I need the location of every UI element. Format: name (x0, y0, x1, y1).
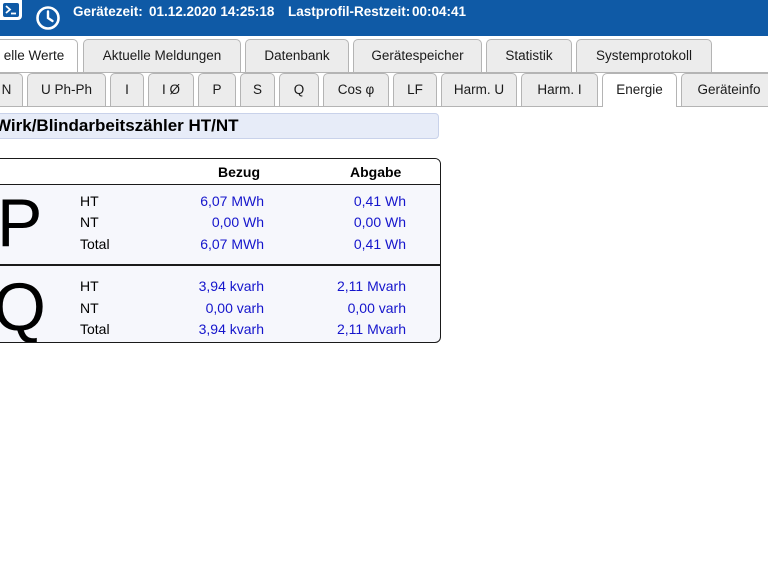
reactive-energy-symbol: Q (0, 273, 46, 341)
tab-actual-values[interactable]: elle Werte (0, 39, 78, 72)
p-nt-abgabe: 0,00 Wh (353, 214, 406, 230)
terminal-icon[interactable] (0, 0, 22, 20)
column-header-abgabe: Abgabe (350, 164, 402, 180)
load-profile-rest-value: 00:04:41 (412, 4, 467, 19)
active-energy-symbol: P (0, 185, 43, 261)
tab-statistics[interactable]: Statistik (486, 39, 572, 72)
q-nt-label: NT (80, 300, 99, 316)
tab-q[interactable]: Q (279, 73, 319, 106)
top-status-bar: Gerätezeit: 01.12.2020 14:25:18 Lastprof… (0, 0, 768, 36)
tab-current-messages[interactable]: Aktuelle Meldungen (83, 39, 241, 72)
device-time-label: Gerätezeit: (73, 4, 143, 19)
column-header-bezug: Bezug (218, 164, 260, 180)
section-title: Wirk/Blindarbeitszähler HT/NT (0, 113, 439, 139)
q-total-bezug: 3,94 kvarh (198, 321, 264, 337)
q-total-label: Total (80, 321, 110, 337)
tab-p[interactable]: P (198, 73, 236, 106)
tab-n[interactable]: N (0, 73, 23, 106)
p-ht-abgabe: 0,41 Wh (353, 193, 406, 209)
p-total-bezug: 6,07 MWh (200, 236, 264, 252)
tab-u-ph-ph[interactable]: U Ph-Ph (27, 73, 106, 106)
energy-counter-table: Bezug Abgabe P HT 6,07 MWh 0,41 Wh NT 0,… (0, 158, 441, 343)
q-ht-bezug: 3,94 kvarh (198, 278, 264, 294)
tab-device-info[interactable]: Geräteinfo (681, 73, 768, 106)
p-ht-label: HT (80, 193, 99, 209)
tab-harm-u[interactable]: Harm. U (441, 73, 517, 106)
q-ht-abgabe: 2,11 Mvarh (337, 278, 406, 294)
tab-i-avg[interactable]: I Ø (148, 73, 194, 106)
load-profile-rest-label: Lastprofil-Restzeit: (288, 4, 411, 19)
device-time-value: 01.12.2020 14:25:18 (149, 4, 275, 19)
tab-system-log[interactable]: Systemprotokoll (576, 39, 712, 72)
p-nt-bezug: 0,00 Wh (211, 214, 264, 230)
tab-s[interactable]: S (240, 73, 275, 106)
q-nt-abgabe: 0,00 varh (347, 300, 406, 316)
tab-i[interactable]: I (110, 73, 144, 106)
tab-lf[interactable]: LF (393, 73, 437, 106)
group-separator (0, 264, 440, 266)
tab-database[interactable]: Datenbank (245, 39, 349, 72)
tab-energie[interactable]: Energie (602, 73, 677, 107)
q-nt-bezug: 0,00 varh (205, 300, 264, 316)
q-ht-label: HT (80, 278, 99, 294)
p-ht-bezug: 6,07 MWh (200, 193, 264, 209)
p-total-abgabe: 0,41 Wh (353, 236, 406, 252)
tab-device-memory[interactable]: Gerätespeicher (353, 39, 482, 72)
table-header: Bezug Abgabe (0, 159, 440, 185)
tab-cos-phi[interactable]: Cos φ (323, 73, 389, 106)
q-total-abgabe: 2,11 Mvarh (337, 321, 406, 337)
p-nt-label: NT (80, 214, 99, 230)
clock-icon (35, 5, 61, 36)
p-total-label: Total (80, 236, 110, 252)
tab-harm-i[interactable]: Harm. I (521, 73, 598, 106)
